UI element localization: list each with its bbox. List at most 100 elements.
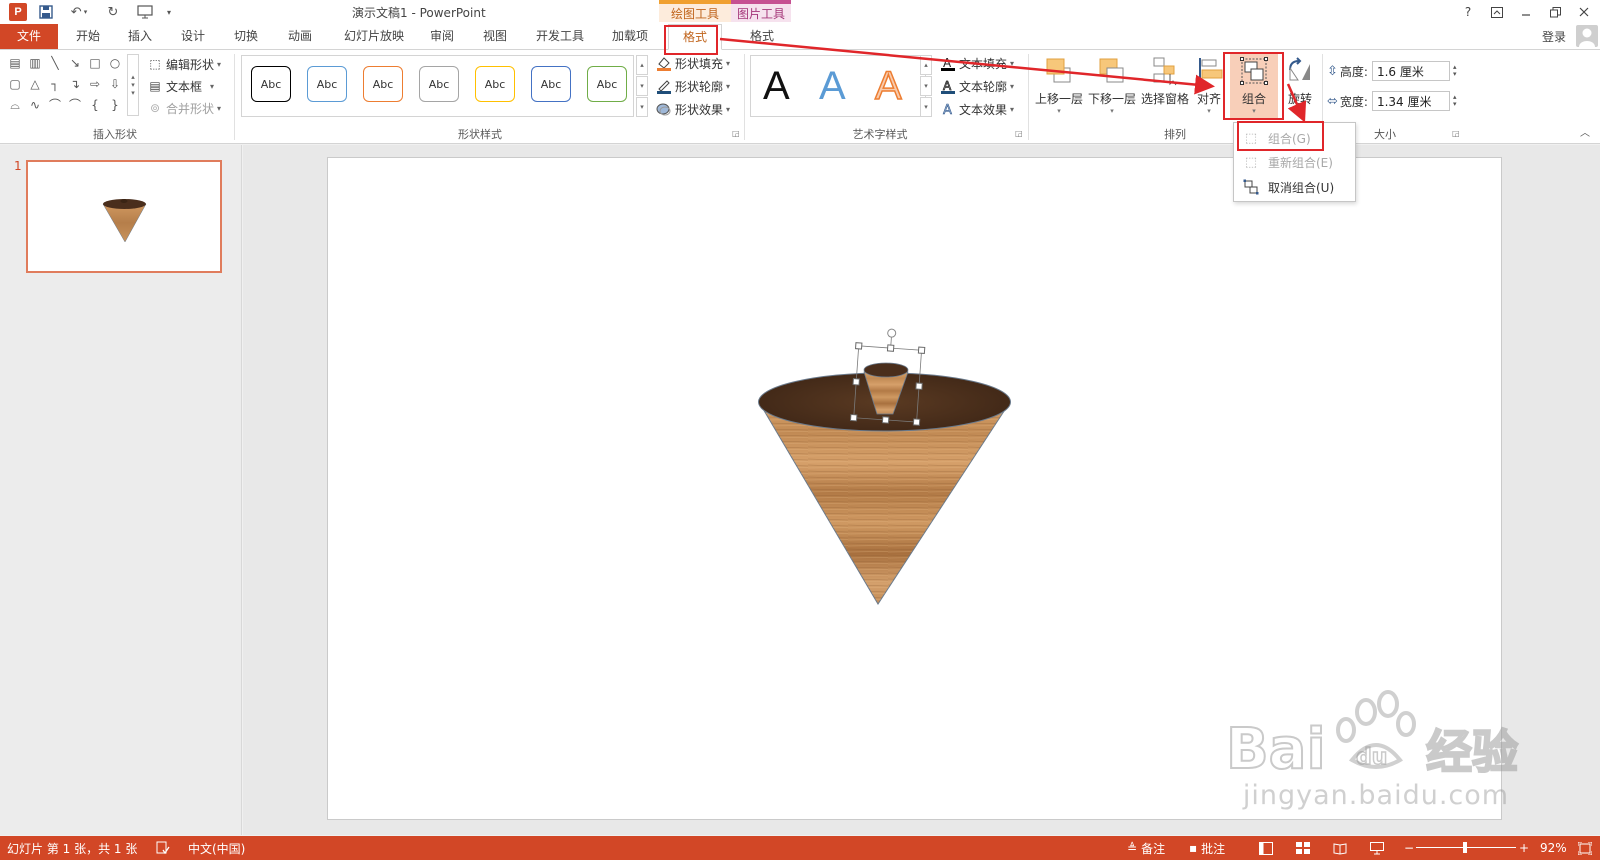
shape-styles-launcher-icon[interactable]: ◲ [732, 129, 740, 138]
width-input[interactable]: 1.34 厘米 [1371, 91, 1450, 111]
redo-icon[interactable]: ↻ [104, 3, 122, 21]
slide-sorter-view-icon[interactable] [1296, 839, 1310, 857]
shape-fill-button[interactable]: 形状填充 ▾ [656, 53, 730, 73]
shape-outline-button[interactable]: 形状轮廓 ▾ [656, 76, 730, 96]
wordart-black-sample[interactable]: A [763, 64, 790, 109]
reading-view-icon[interactable] [1333, 839, 1347, 857]
align-button[interactable]: 对齐 ▾ [1194, 54, 1224, 115]
slide-show-view-icon[interactable] [1370, 839, 1384, 857]
merge-shapes-button[interactable]: ⊚ 合并形状 ▾ [147, 98, 221, 118]
rotate-button[interactable]: 旋转 ▾ [1282, 54, 1318, 115]
ribbon-display-options-icon[interactable] [1486, 2, 1508, 22]
shape-style-option[interactable]: Abc [475, 66, 515, 102]
restore-icon[interactable] [1544, 2, 1566, 22]
tab-design[interactable]: 设计 [175, 24, 211, 49]
rectangle-shape-icon[interactable]: □ [88, 56, 102, 70]
style-gallery-more[interactable]: ▾ [636, 97, 648, 117]
comments-button[interactable]: ▪ 批注 [1189, 839, 1225, 857]
wordart-blue-sample[interactable]: A [819, 64, 846, 109]
zoom-level[interactable]: 92% [1540, 839, 1567, 857]
bring-forward-button[interactable]: 上移一层 ▾ [1033, 54, 1085, 115]
curve-shape-icon[interactable]: ⌒ [48, 98, 62, 112]
height-spinner[interactable]: ▴ ▾ [1453, 64, 1457, 78]
minimize-icon[interactable] [1515, 2, 1537, 22]
language-status[interactable]: 中文(中国) [188, 839, 245, 857]
shape-style-option[interactable]: Abc [363, 66, 403, 102]
wordart-styles-launcher-icon[interactable]: ◲ [1015, 129, 1023, 138]
tab-slide-show[interactable]: 幻灯片放映 [338, 24, 410, 49]
text-box-shape-icon[interactable]: ▤ [8, 56, 22, 70]
tab-picture-format[interactable]: 格式 [741, 24, 783, 49]
tab-add-ins[interactable]: 加载项 [606, 24, 654, 49]
tab-review[interactable]: 审阅 [424, 24, 460, 49]
wordart-orange-sample[interactable]: A [874, 63, 902, 109]
tab-animations[interactable]: 动画 [282, 24, 318, 49]
vertical-text-box-shape-icon[interactable]: ▥ [28, 56, 42, 70]
undo-icon[interactable]: ↶ ▾ [66, 3, 92, 21]
tab-home[interactable]: 开始 [70, 24, 106, 49]
shape-style-option[interactable]: Abc [419, 66, 459, 102]
edit-shape-button[interactable]: ⬚ 编辑形状 ▾ [147, 54, 221, 74]
left-brace-shape-icon[interactable]: { [88, 98, 102, 112]
size-launcher-icon[interactable]: ◲ [1452, 129, 1460, 138]
shape-effects-button[interactable]: 形状效果 ▾ [656, 99, 730, 119]
save-icon[interactable] [37, 3, 55, 21]
text-fill-button[interactable]: A 文本填充 ▾ [940, 53, 1014, 73]
start-from-beginning-icon[interactable] [134, 3, 156, 21]
oval-shape-icon[interactable]: ○ [108, 56, 122, 70]
wordart-gallery-more[interactable]: ▾ [920, 97, 932, 117]
line-shape-icon[interactable]: ╲ [48, 56, 62, 70]
zoom-out-button[interactable]: − [1404, 839, 1414, 857]
arc-shape-icon[interactable]: ⌒ [68, 98, 82, 112]
elbow-connector-shape-icon[interactable]: ┐ [48, 77, 62, 91]
close-icon[interactable] [1573, 2, 1595, 22]
text-outline-button[interactable]: A 文本轮廓 ▾ [940, 76, 1014, 96]
shape-style-option[interactable]: Abc [251, 66, 291, 102]
user-avatar-icon[interactable] [1576, 25, 1598, 47]
elbow-arrow-shape-icon[interactable]: ↴ [68, 77, 82, 91]
tab-file[interactable]: 文件 [0, 24, 58, 49]
wordart-gallery-up[interactable]: ▴ [920, 55, 932, 75]
width-spinner[interactable]: ▴ ▾ [1453, 94, 1457, 108]
zoom-in-button[interactable]: + [1519, 839, 1529, 857]
notes-button[interactable]: ≜ 备注 [1127, 839, 1165, 857]
zoom-slider[interactable] [1416, 839, 1516, 857]
help-button[interactable]: ? [1457, 2, 1479, 22]
collapse-ribbon-icon[interactable]: ︿ [1580, 124, 1590, 139]
style-gallery-up[interactable]: ▴ [636, 55, 648, 75]
right-arrow-shape-icon[interactable]: ⇨ [88, 77, 102, 91]
selection-pane-button[interactable]: 选择窗格 [1139, 54, 1191, 107]
customize-quick-access-icon[interactable]: ▾ [160, 3, 178, 21]
triangle-shape-icon[interactable]: △ [28, 77, 42, 91]
scribble-shape-icon[interactable]: ∿ [28, 98, 42, 112]
height-input[interactable]: 1.6 厘米 [1371, 61, 1450, 81]
menu-item-regroup[interactable]: ⬚ 重新组合(E) [1234, 150, 1355, 174]
shape-height-field: ⇳ 高度: 1.6 厘米 ▴ ▾ [1327, 60, 1456, 82]
arrow-line-shape-icon[interactable]: ↘ [68, 56, 82, 70]
right-brace-shape-icon[interactable]: } [108, 98, 122, 112]
shape-style-option[interactable]: Abc [307, 66, 347, 102]
normal-view-icon[interactable] [1259, 839, 1273, 857]
send-backward-button[interactable]: 下移一层 ▾ [1086, 54, 1138, 115]
zoom-slider-thumb[interactable] [1463, 842, 1467, 853]
fit-to-window-icon[interactable] [1578, 839, 1592, 857]
tab-view[interactable]: 视图 [477, 24, 513, 49]
freeform-shape-icon[interactable]: ⌓ [8, 98, 22, 112]
tab-insert[interactable]: 插入 [122, 24, 158, 49]
text-box-button[interactable]: ▤ 文本框 ▾ [147, 76, 214, 96]
shape-style-option[interactable]: Abc [531, 66, 571, 102]
slide-canvas[interactable] [327, 157, 1502, 820]
rounded-rectangle-shape-icon[interactable]: ▢ [8, 77, 22, 91]
spelling-check-icon[interactable] [156, 839, 170, 857]
sign-in-link[interactable]: 登录 [1542, 28, 1566, 45]
shape-style-option[interactable]: Abc [587, 66, 627, 102]
style-gallery-down[interactable]: ▾ [636, 76, 648, 96]
tab-transitions[interactable]: 切换 [228, 24, 264, 49]
down-arrow-shape-icon[interactable]: ⇩ [108, 77, 122, 91]
slide-thumbnail[interactable] [26, 160, 222, 273]
tab-developer[interactable]: 开发工具 [530, 24, 590, 49]
text-effects-button[interactable]: A 文本效果 ▾ [940, 99, 1014, 119]
wordart-gallery-down[interactable]: ▾ [920, 76, 932, 96]
shapes-gallery-scroll[interactable]: ▴ ▾ ▾ [127, 54, 139, 116]
menu-item-ungroup[interactable]: 取消组合(U) [1234, 175, 1355, 199]
